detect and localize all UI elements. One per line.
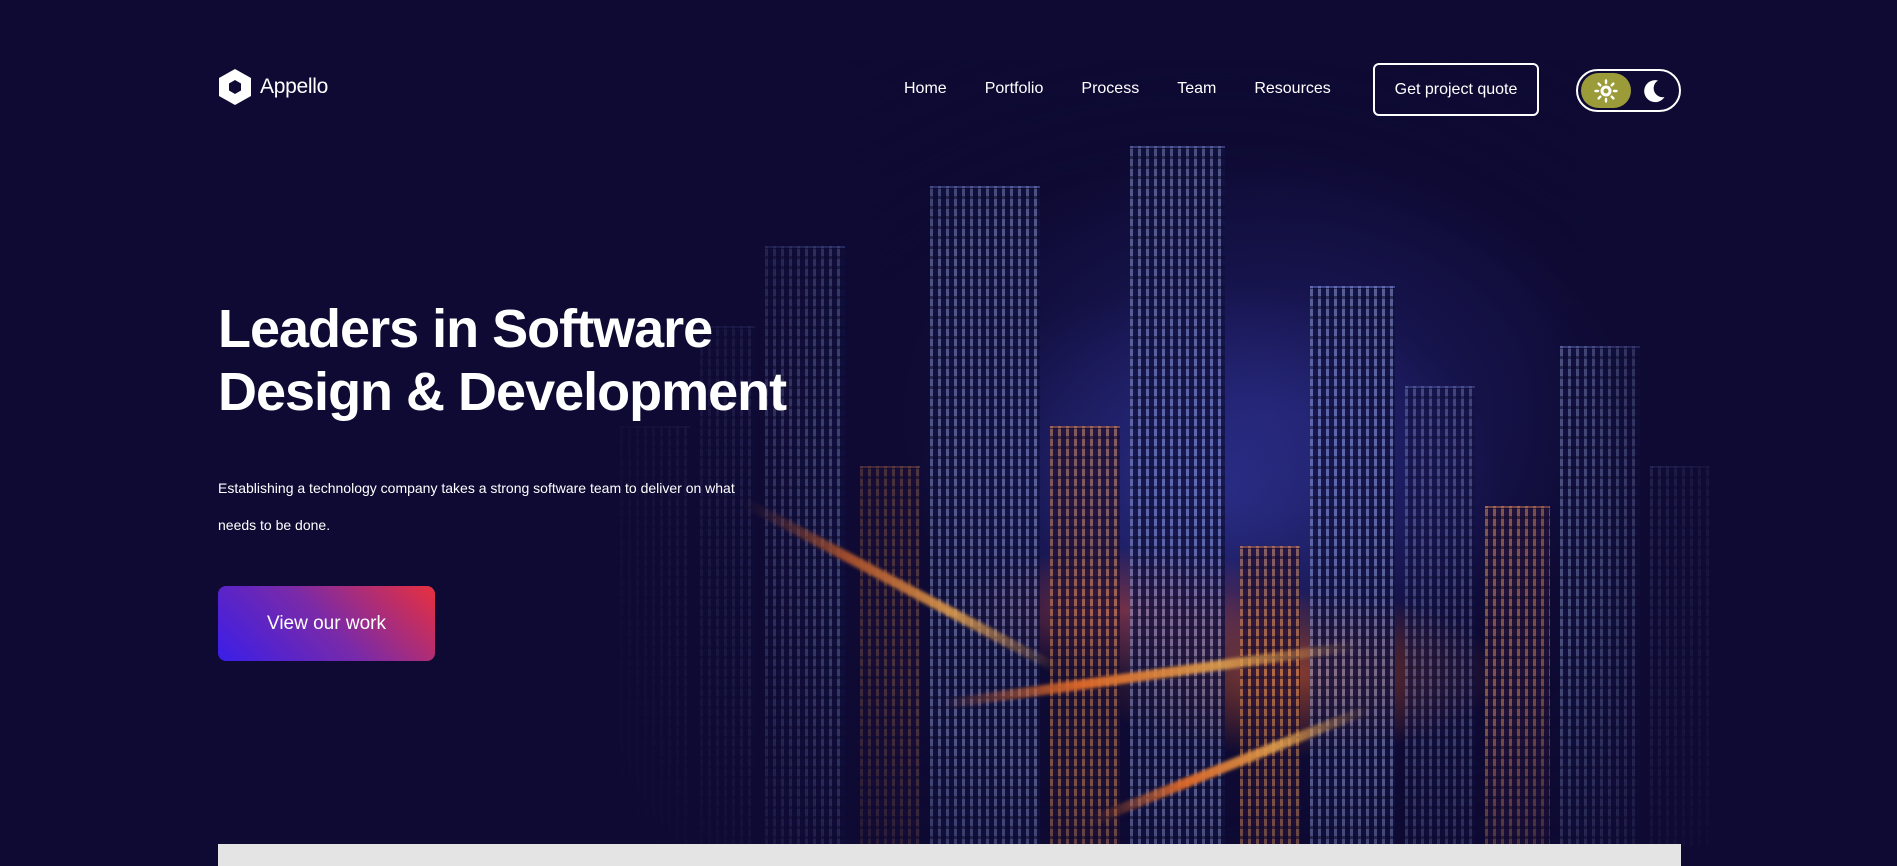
toggle-knob bbox=[1581, 73, 1631, 108]
brand-name: Appello bbox=[260, 75, 328, 98]
moon-slot bbox=[1631, 78, 1676, 104]
hero-description: Establishing a technology company takes … bbox=[218, 480, 735, 533]
theme-toggle[interactable] bbox=[1576, 69, 1681, 112]
landing-page: Appello Home Portfolio Process Team Reso… bbox=[0, 0, 1897, 866]
next-section-panel bbox=[218, 844, 1681, 866]
hero-title-line-1: Leaders in Software bbox=[218, 299, 713, 359]
hero-background-image bbox=[560, 60, 1740, 846]
brand-logo[interactable]: Appello bbox=[218, 68, 328, 106]
main-nav: Home Portfolio Process Team Resources bbox=[904, 79, 1331, 99]
view-our-work-button[interactable]: View our work bbox=[218, 586, 435, 661]
nav-item-home[interactable]: Home bbox=[904, 79, 947, 99]
hero-title-line-2: Design & Development bbox=[218, 362, 787, 422]
moon-icon bbox=[1643, 79, 1664, 102]
get-project-quote-button[interactable]: Get project quote bbox=[1373, 63, 1539, 116]
nav-item-resources[interactable]: Resources bbox=[1254, 79, 1330, 99]
nav-item-team[interactable]: Team bbox=[1177, 79, 1216, 99]
sun-icon bbox=[1594, 78, 1618, 103]
hexagon-logo-icon bbox=[219, 69, 251, 105]
hero-title: Leaders in Software Design & Development bbox=[218, 298, 838, 424]
nav-item-portfolio[interactable]: Portfolio bbox=[985, 79, 1044, 99]
nav-item-process[interactable]: Process bbox=[1081, 79, 1139, 99]
